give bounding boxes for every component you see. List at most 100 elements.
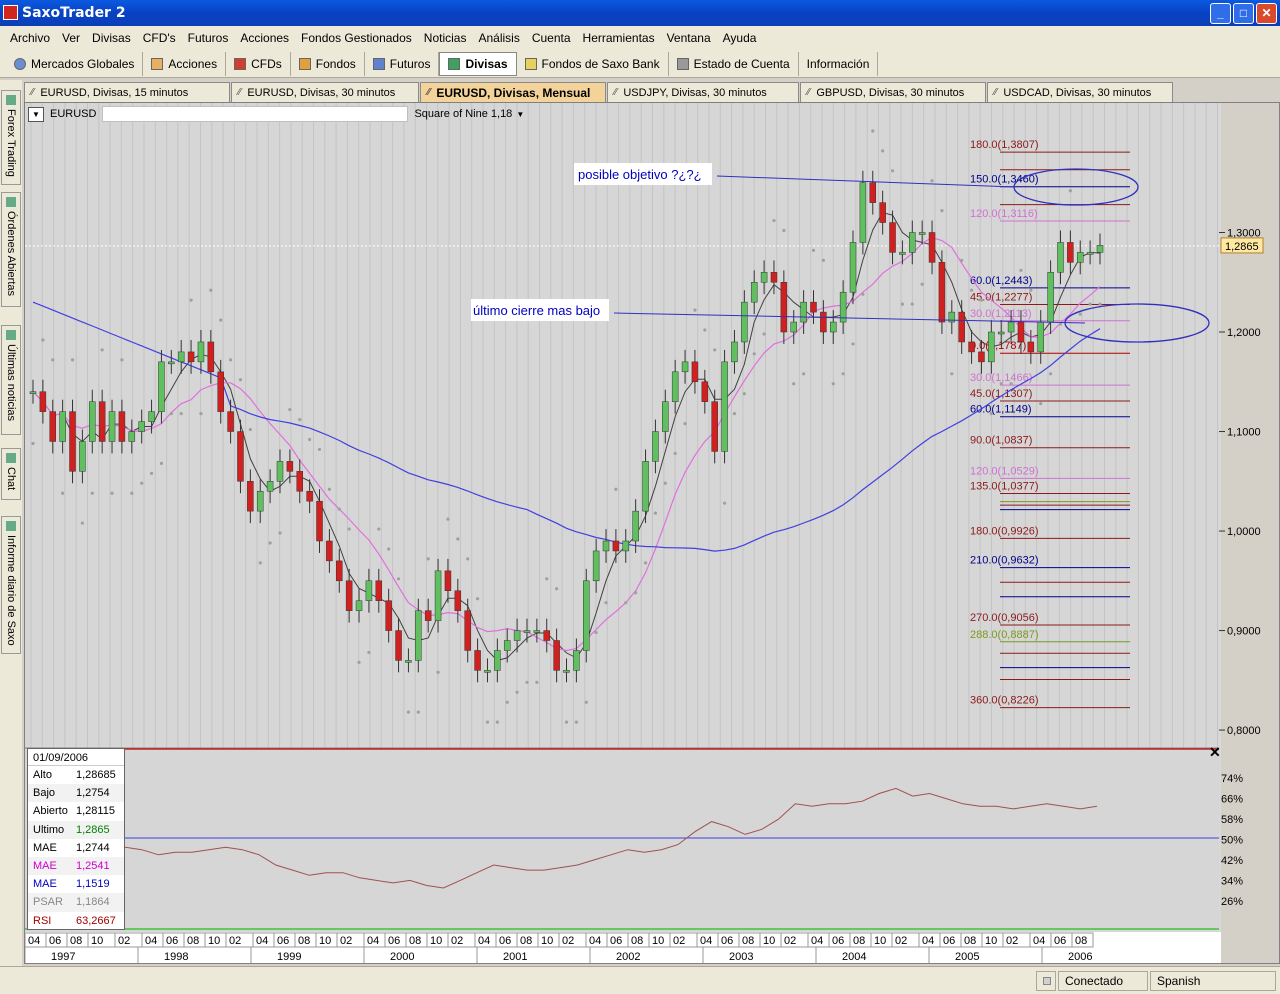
candle-up: [563, 670, 570, 673]
psar-dot: [930, 179, 934, 183]
symbol-input[interactable]: [102, 106, 409, 122]
toolbar-mercados-globales[interactable]: Mercados Globales: [6, 51, 144, 76]
candle-down: [296, 471, 303, 492]
data-window-row: MAE 1,1519: [28, 875, 124, 893]
toolbar-estado-cuenta[interactable]: Estado de Cuenta: [669, 51, 799, 76]
data-window-row: RSI 63,2667: [28, 912, 124, 930]
candle-up: [266, 481, 274, 492]
candle-down: [306, 490, 313, 502]
menu-noticias[interactable]: Noticias: [418, 31, 473, 45]
study-selector[interactable]: Square of Nine 1,18 ▼: [414, 108, 524, 120]
candle-down: [227, 411, 234, 432]
psar-dot: [1068, 189, 1072, 193]
app-window: SaxoTrader 2 _ □ ✕ Archivo Ver Divisas C…: [0, 0, 1280, 994]
menu-cuenta[interactable]: Cuenta: [526, 31, 577, 45]
toolbar-fondos[interactable]: Fondos: [291, 51, 365, 76]
data-window-value: 1,1519: [76, 878, 110, 891]
side-tab-forex-trading[interactable]: Forex Trading: [1, 90, 21, 185]
chart-panel[interactable]: 1,3000 1,2000 1,1000 1,0000 0,9000 0,8000 1,28…: [24, 102, 1280, 964]
candle-down: [869, 182, 877, 203]
chart-tab-gbpusd-30m[interactable]: ⁄⁄ GBPUSD, Divisas, 30 minutos: [800, 82, 986, 102]
side-tab-label: Forex Trading: [5, 109, 17, 177]
sq9-level-label: 120.0(1,0529): [970, 465, 1039, 477]
menu-archivo[interactable]: Archivo: [4, 31, 56, 45]
psar-dot: [979, 298, 984, 302]
side-tab-ultimas-noticias[interactable]: Últimas noticias: [1, 325, 21, 435]
psar-dot: [475, 597, 480, 601]
month-label: 08: [520, 935, 532, 947]
psar-dot: [831, 382, 835, 386]
price-chart[interactable]: 1,30001,20001,10001,00000,90000,80001,28…: [24, 103, 1279, 963]
chart-icon: ⁄⁄: [427, 87, 431, 98]
side-tab-ordenes-abiertas[interactable]: Órdenes Abiertas: [1, 192, 21, 307]
connection-indicator: [1036, 971, 1056, 991]
menu-cfds[interactable]: CFD's: [137, 31, 182, 45]
candle-down: [326, 540, 333, 562]
toolbar-divisas[interactable]: Divisas: [439, 51, 517, 76]
psar-dot: [120, 358, 124, 362]
news-icon: [6, 330, 16, 340]
month-label: 06: [1054, 935, 1066, 947]
toolbar-cfds[interactable]: CFDs: [226, 51, 291, 76]
annotation-target-text: posible objetivo ?¿?¿: [578, 167, 702, 182]
chart-tab-usdjpy-30m[interactable]: ⁄⁄ USDJPY, Divisas, 30 minutos: [607, 82, 799, 102]
menu-analisis[interactable]: Análisis: [472, 31, 525, 45]
side-tab-informe-diario[interactable]: Informe diario de Saxo: [1, 516, 21, 654]
minimize-button[interactable]: _: [1210, 3, 1231, 24]
candle-up: [671, 371, 679, 402]
candle-up: [434, 570, 442, 621]
symbol-label: EURUSD: [50, 108, 97, 120]
candle-down: [770, 272, 778, 283]
candle-down: [207, 341, 215, 373]
psar-dot: [308, 437, 312, 442]
candle-down: [938, 262, 946, 323]
candle-up: [177, 351, 185, 363]
data-window-row: Abierto 1,28115: [28, 802, 124, 820]
menu-acciones[interactable]: Acciones: [234, 31, 295, 45]
sq9-level-label: 360.0(0,8226): [970, 695, 1039, 707]
chart-tab-eurusd-mensual[interactable]: ⁄⁄ EURUSD, Divisas, Mensual: [420, 82, 606, 102]
chart-tab-eurusd-30m[interactable]: ⁄⁄ EURUSD, Divisas, 30 minutos: [231, 82, 419, 102]
menu-herramientas[interactable]: Herramientas: [577, 31, 661, 45]
chart-tab-label: EURUSD, Divisas, Mensual: [436, 85, 591, 100]
menu-futuros[interactable]: Futuros: [182, 31, 235, 45]
month-label: 06: [388, 935, 400, 947]
menu-ayuda[interactable]: Ayuda: [717, 31, 763, 45]
chart-tab-label: GBPUSD, Divisas, 30 minutos: [816, 86, 965, 99]
month-label: 08: [409, 935, 421, 947]
candle-down: [237, 431, 244, 482]
close-button[interactable]: ✕: [1256, 3, 1277, 24]
menu-ventana[interactable]: Ventana: [661, 31, 717, 45]
psar-dot: [634, 591, 638, 595]
toolbar-futuros[interactable]: Futuros: [365, 51, 440, 76]
toolbar-informacion[interactable]: Información: [799, 51, 879, 76]
data-window-value: 1,2865: [76, 823, 110, 836]
menu-fondos-gestionados[interactable]: Fondos Gestionados: [295, 31, 418, 45]
chart-tab-eurusd-15m[interactable]: ⁄⁄ EURUSD, Divisas, 15 minutos: [24, 82, 230, 102]
toolbar-fondos-saxo[interactable]: Fondos de Saxo Bank: [517, 51, 669, 76]
psar-dot: [594, 630, 598, 635]
candle-down: [187, 351, 195, 363]
toolbar-label: Futuros: [389, 56, 431, 71]
data-window-value: 1,2754: [76, 787, 110, 800]
candle-up: [790, 321, 797, 333]
psar-dot: [1088, 302, 1092, 306]
psar-dot: [960, 258, 964, 262]
menu-ver[interactable]: Ver: [56, 31, 86, 45]
candle-up: [573, 650, 580, 671]
candle-down: [701, 381, 709, 402]
candle-down: [810, 301, 817, 313]
psar-dot: [159, 461, 164, 465]
globe-icon: [14, 57, 26, 70]
menu-divisas[interactable]: Divisas: [86, 31, 137, 45]
psar-dot: [357, 660, 361, 665]
month-label: 08: [1075, 935, 1087, 947]
chart-tab-label: USDJPY, Divisas, 30 minutos: [623, 86, 767, 99]
maximize-button[interactable]: □: [1233, 3, 1254, 24]
symbol-menu-button[interactable]: ▼: [28, 106, 44, 122]
psar-dot: [110, 491, 114, 495]
chart-tab-usdcad-30m[interactable]: ⁄⁄ USDCAD, Divisas, 30 minutos: [987, 82, 1173, 102]
side-tab-chat[interactable]: Chat: [1, 448, 21, 500]
toolbar-acciones[interactable]: Acciones: [143, 51, 227, 76]
candle-down: [316, 500, 323, 542]
